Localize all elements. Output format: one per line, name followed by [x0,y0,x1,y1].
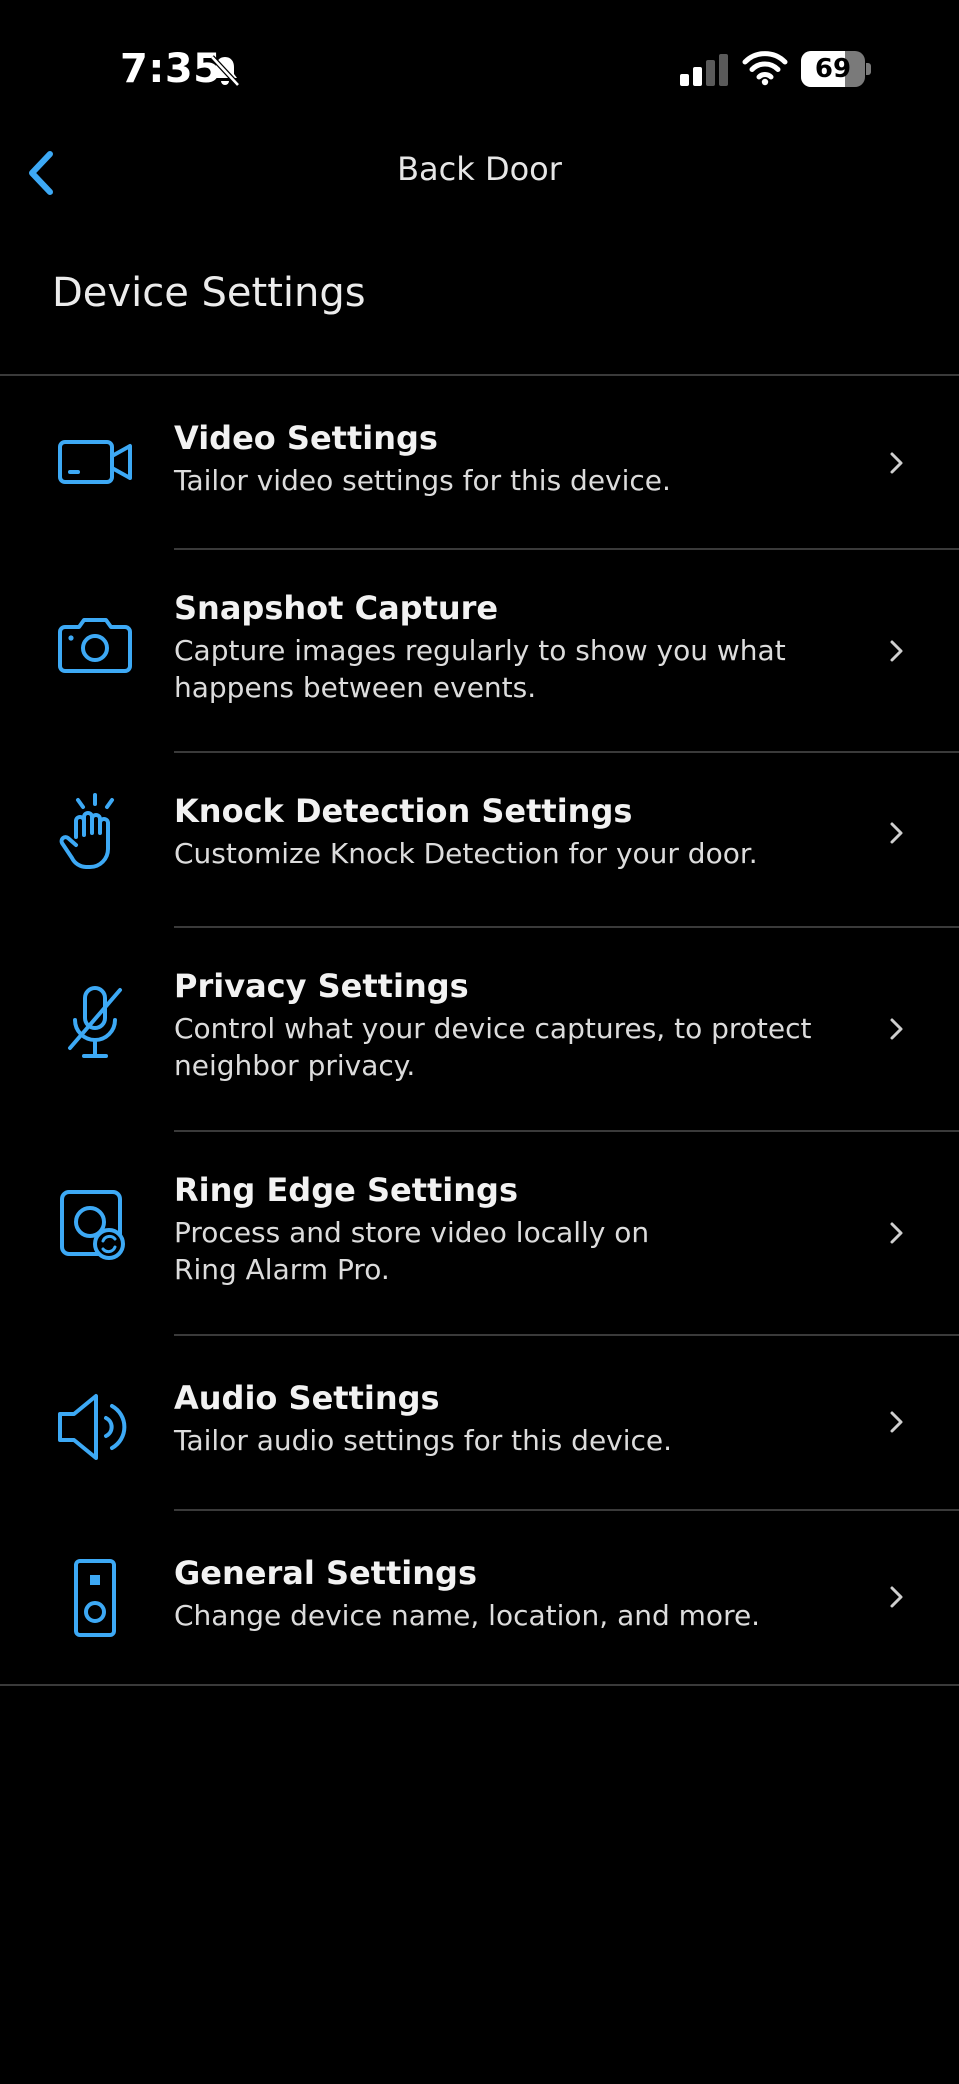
video-camera-icon [58,440,132,484]
settings-item-general[interactable]: General Settings Change device name, loc… [0,1511,959,1686]
settings-item-description: Control what your device captures, to pr… [174,1012,812,1082]
settings-item-ring-edge[interactable]: Ring Edge Settings Process and store vid… [0,1132,959,1336]
settings-item-title: Privacy Settings [174,967,469,1005]
settings-item-title: Knock Detection Settings [174,792,633,830]
chevron-right-icon [890,452,903,474]
knocking-hand-icon [59,793,114,869]
settings-item-privacy[interactable]: Privacy Settings Control what your devic… [0,928,959,1132]
settings-item-title: Audio Settings [174,1379,440,1417]
settings-list: Video Settings Tailor video settings for… [0,376,959,1686]
settings-item-audio[interactable]: Audio Settings Tailor audio settings for… [0,1336,959,1511]
nav-title: Back Door [397,150,562,188]
settings-item-description: Process and store video locally on Ring … [174,1216,650,1286]
settings-item-title: Snapshot Capture [174,589,499,627]
battery-level: 69 [814,54,852,84]
doorbell-device-icon [74,1559,116,1637]
chevron-right-icon [890,1018,903,1040]
camera-icon [58,618,132,673]
settings-item-title: Video Settings [174,419,438,457]
speaker-icon [58,1394,127,1460]
settings-item-description: Tailor audio settings for this device. [174,1424,673,1457]
settings-item-title: Ring Edge Settings [174,1171,518,1209]
status-bar: 7:35 69 [0,0,959,140]
settings-item-video[interactable]: Video Settings Tailor video settings for… [0,376,959,550]
microphone-off-icon [68,986,122,1058]
chevron-right-icon [890,640,903,662]
bell-slash-icon [210,55,240,87]
chevron-right-icon [890,1222,903,1244]
navigation-bar: Back Door [0,130,959,210]
settings-item-description: Change device name, location, and more. [174,1599,761,1632]
chevron-right-icon [890,1411,903,1433]
section-title: Device Settings [52,270,366,316]
settings-item-title: General Settings [174,1554,477,1592]
settings-item-description: Tailor video settings for this device. [174,464,671,497]
settings-item-description: Capture images regularly to show you wha… [174,634,786,704]
cellular-signal-icon [680,54,728,86]
wifi-icon [742,51,788,86]
chevron-right-icon [890,822,903,844]
battery-icon: 69 [801,51,871,87]
settings-item-snapshot-capture[interactable]: Snapshot Capture Capture images regularl… [0,550,959,753]
settings-item-knock-detection[interactable]: Knock Detection Settings Customize Knock… [0,753,959,928]
ring-edge-icon [60,1190,125,1260]
chevron-right-icon [890,1586,903,1608]
settings-item-description: Customize Knock Detection for your door. [174,837,758,870]
divider [0,1684,959,1686]
